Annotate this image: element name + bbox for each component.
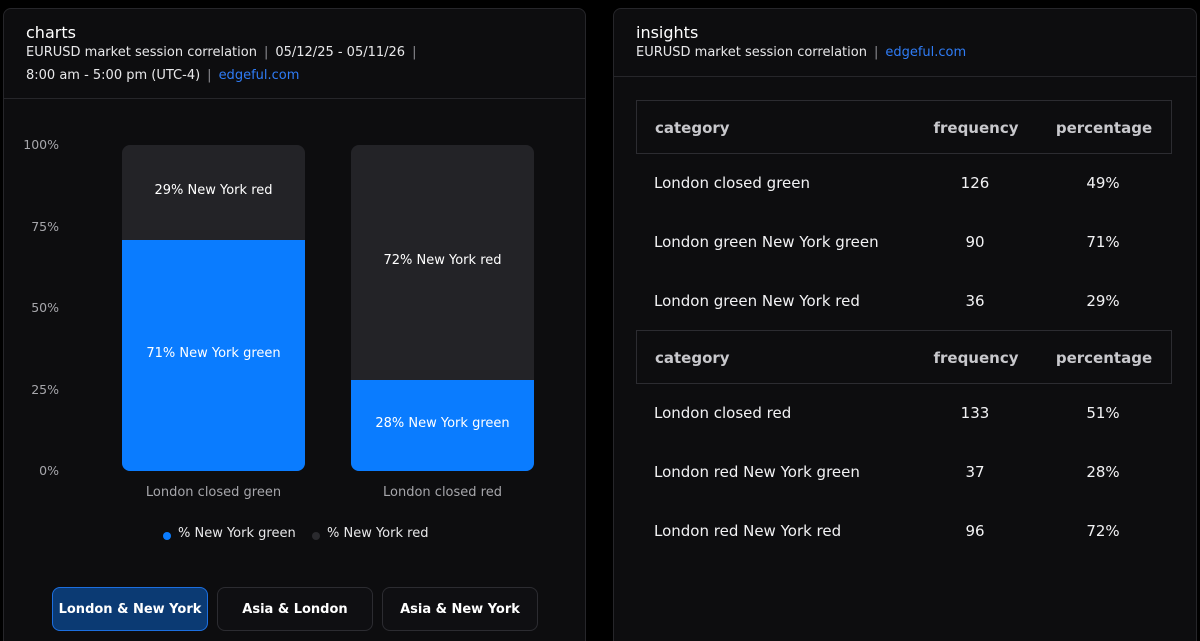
header-percentage: percentage (1055, 119, 1153, 137)
table-row: London closed green 126 49% (636, 164, 1172, 204)
session-hours: 8:00 am - 5:00 pm (UTC-4) (26, 68, 201, 83)
bar-new-york-red[interactable]: 72% New York red 28% New York green (351, 145, 534, 471)
cell-category: London red New York red (654, 522, 842, 540)
table-header: category frequency percentage (636, 100, 1172, 154)
table-row: London green New York green 90 71% (636, 223, 1172, 263)
cell-category: London green New York green (654, 233, 879, 251)
legend-label-green: % New York green (178, 526, 296, 541)
site-link[interactable]: edgeful.com (219, 68, 300, 83)
y-tick-label: 50% (31, 300, 59, 315)
separator: | (263, 45, 269, 60)
insights-subtitle: EURUSD market session correlation | edgefu… (636, 45, 966, 60)
separator: | (207, 68, 212, 83)
cell-category: London red New York green (654, 463, 860, 481)
bar-new-york-red[interactable]: 29% New York red 71% New York green (122, 145, 305, 471)
legend-label-red: % New York red (327, 526, 429, 541)
data-label-red: 29% New York red (154, 183, 273, 199)
data-label-green: 28% New York green (375, 416, 510, 432)
header-category: category (655, 349, 730, 367)
cell-frequency: 90 (965, 233, 985, 251)
data-label-green: 71% New York green (146, 346, 281, 362)
separator: | (412, 45, 417, 60)
header-percentage: percentage (1055, 349, 1153, 367)
header-frequency: frequency (933, 119, 1019, 137)
cell-category: London green New York red (654, 292, 860, 310)
cell-frequency: 36 (965, 292, 985, 310)
cell-percentage: 71% (1086, 233, 1120, 251)
y-tick-label: 25% (31, 381, 59, 397)
insights-header: insights EURUSD market session correlati… (614, 9, 1196, 77)
cell-category: London closed red (654, 404, 792, 422)
cell-frequency: 126 (960, 174, 990, 192)
y-tick-label: 0% (39, 463, 59, 478)
tab-asia-london[interactable]: Asia & London (217, 587, 373, 631)
instrument-text: EURUSD market session correlation (636, 45, 867, 60)
x-category-label: London closed red (383, 485, 502, 500)
header-frequency: frequency (933, 349, 1019, 367)
charts-title: charts (26, 23, 76, 42)
cell-frequency: 133 (960, 404, 990, 422)
table-row: London closed red 133 51% (636, 394, 1172, 434)
cell-percentage: 49% (1086, 174, 1120, 192)
table-row: London red New York red 96 72% (636, 512, 1172, 552)
cell-percentage: 28% (1086, 463, 1120, 481)
tab-asia-new-york[interactable]: Asia & New York (382, 587, 538, 631)
cell-frequency: 96 (965, 522, 985, 540)
header-category: category (655, 119, 730, 137)
x-category-label: London closed green (145, 485, 282, 500)
cell-percentage: 72% (1086, 522, 1120, 540)
insights-title: insights (636, 23, 699, 42)
insights-panel: insights EURUSD market session correlati… (613, 8, 1197, 641)
charts-subtitle-line2: 8:00 am - 5:00 pm (UTC-4) | edgeful.com (26, 68, 299, 83)
data-label-red: 72% New York red (383, 253, 502, 269)
table-header: category frequency percentage (636, 330, 1172, 384)
instrument-text: EURUSD market session correlation (26, 45, 257, 60)
charts-subtitle-line1: EURUSD market session correlation | 05/12/… (26, 45, 423, 60)
legend-dot-red (312, 532, 320, 540)
cell-percentage: 51% (1086, 404, 1120, 422)
y-tick-label: 100% (23, 137, 59, 152)
y-tick-label: 75% (31, 218, 59, 234)
cell-percentage: 29% (1086, 292, 1120, 310)
table-row: London green New York red 36 29% (636, 282, 1172, 322)
tab-london-new-york[interactable]: London & New York (52, 587, 208, 631)
site-link[interactable]: edgeful.com (885, 45, 966, 60)
charts-header: charts EURUSD market session correlation… (4, 9, 585, 99)
legend-dot-green (163, 532, 171, 540)
cell-category: London closed green (654, 174, 810, 192)
cell-frequency: 37 (965, 463, 985, 481)
table-row: London red New York green 37 28% (636, 453, 1172, 493)
charts-panel: charts EURUSD market session correlation… (3, 8, 586, 641)
separator: | (873, 45, 879, 60)
date-range: 05/12/25 - 05/11/26 (275, 45, 406, 60)
chart-legend: % New York green % New York red (4, 526, 585, 546)
